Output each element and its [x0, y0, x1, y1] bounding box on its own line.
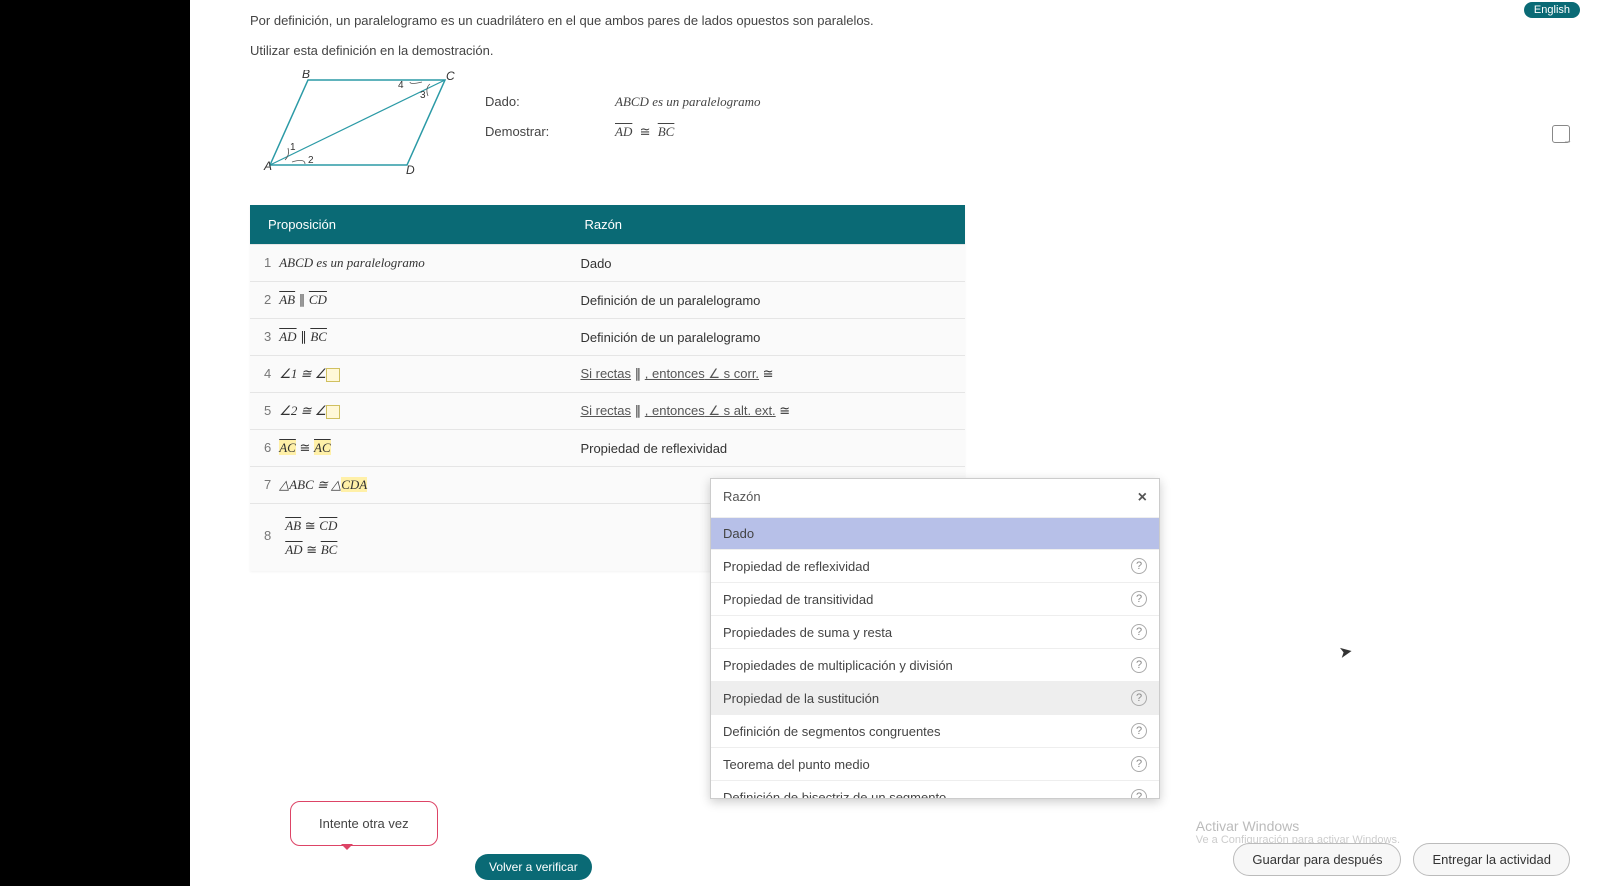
- left-sidebar-black: [0, 0, 190, 886]
- dropdown-item[interactable]: Propiedad de reflexividad?: [711, 550, 1159, 583]
- dropdown-item[interactable]: Propiedad de transitividad?: [711, 583, 1159, 616]
- figure-and-given: A B C D 1 2 3 4 Dado: ABCD es un p: [250, 70, 1590, 183]
- help-icon[interactable]: ?: [1131, 756, 1147, 772]
- activate-windows-watermark: Activar Windows Ve a Configuración para …: [1196, 818, 1400, 846]
- angle-blank[interactable]: [326, 368, 340, 382]
- svg-text:A: A: [263, 159, 272, 173]
- dropdown-item[interactable]: Definición de segmentos congruentes?: [711, 715, 1159, 748]
- language-button[interactable]: English: [1524, 2, 1580, 18]
- intro-text-2: Utilizar esta definición en la demostrac…: [250, 42, 1590, 60]
- svg-text:D: D: [406, 163, 415, 177]
- help-icon[interactable]: ?: [1131, 591, 1147, 607]
- verify-button[interactable]: Volver a verificar: [475, 854, 592, 880]
- retry-tooltip: Intente otra vez: [290, 801, 438, 846]
- given-text: ABCD es un paralelogramo: [615, 94, 761, 109]
- feedback-icon[interactable]: [1552, 125, 1570, 143]
- help-icon[interactable]: ?: [1131, 558, 1147, 574]
- help-icon[interactable]: ?: [1131, 624, 1147, 640]
- table-row: 4∠1 ≅ ∠ Si rectas ∥ , entonces ∠ s corr.…: [250, 356, 965, 393]
- dropdown-item[interactable]: Dado: [711, 518, 1159, 550]
- table-row: 5∠2 ≅ ∠ Si rectas ∥ , entonces ∠ s alt. …: [250, 393, 965, 430]
- cursor-icon: ➤: [1337, 641, 1354, 663]
- save-for-later-button[interactable]: Guardar para después: [1233, 843, 1401, 876]
- help-icon[interactable]: ?: [1131, 723, 1147, 739]
- angle-blank[interactable]: [326, 405, 340, 419]
- table-row: 1ABCD es un paralelogramo Dado: [250, 245, 965, 282]
- svg-text:2: 2: [308, 155, 314, 166]
- parallelogram-figure: A B C D 1 2 3 4: [250, 70, 460, 183]
- table-row: 2AB ∥ CD Definición de un paralelogramo: [250, 282, 965, 319]
- svg-text:B: B: [302, 70, 310, 81]
- help-icon[interactable]: ?: [1131, 657, 1147, 673]
- dropdown-list[interactable]: Dado Propiedad de reflexividad? Propieda…: [711, 518, 1159, 798]
- dropdown-item[interactable]: Teorema del punto medio?: [711, 748, 1159, 781]
- reason-dropdown[interactable]: Razón × Dado Propiedad de reflexividad? …: [710, 478, 1160, 799]
- intro-text-1: Por definición, un paralelogramo es un c…: [250, 12, 1590, 30]
- prove-label: Demostrar:: [485, 124, 565, 140]
- svg-text:4: 4: [398, 80, 404, 91]
- dropdown-item[interactable]: Definición de bisectriz de un segmento?: [711, 781, 1159, 798]
- dropdown-item[interactable]: Propiedad de la sustitución?: [711, 682, 1159, 715]
- dropdown-title: Razón: [723, 489, 761, 507]
- dropdown-item[interactable]: Propiedades de multiplicación y división…: [711, 649, 1159, 682]
- svg-text:C: C: [446, 70, 455, 83]
- given-label: Dado:: [485, 94, 565, 110]
- help-icon[interactable]: ?: [1131, 789, 1147, 798]
- reason-cell[interactable]: Si rectas ∥ , entonces ∠ s corr. ≅: [566, 356, 965, 393]
- help-icon[interactable]: ?: [1131, 690, 1147, 706]
- main-content: English Por definición, un paralelogramo…: [190, 0, 1600, 886]
- submit-button[interactable]: Entregar la actividad: [1413, 843, 1570, 876]
- svg-text:1: 1: [290, 142, 296, 153]
- svg-text:3: 3: [420, 90, 426, 101]
- table-row: 6AC ≅ AC Propiedad de reflexividad: [250, 430, 965, 467]
- table-row: 3AD ∥ BC Definición de un paralelogramo: [250, 319, 965, 356]
- dropdown-item[interactable]: Propiedades de suma y resta?: [711, 616, 1159, 649]
- col-reason: Razón: [566, 205, 965, 245]
- close-icon[interactable]: ×: [1138, 489, 1147, 507]
- prove-statement: AD ≅ BC: [615, 124, 674, 140]
- reason-cell[interactable]: Si rectas ∥ , entonces ∠ s alt. ext. ≅: [566, 393, 965, 430]
- col-proposition: Proposición: [250, 205, 566, 245]
